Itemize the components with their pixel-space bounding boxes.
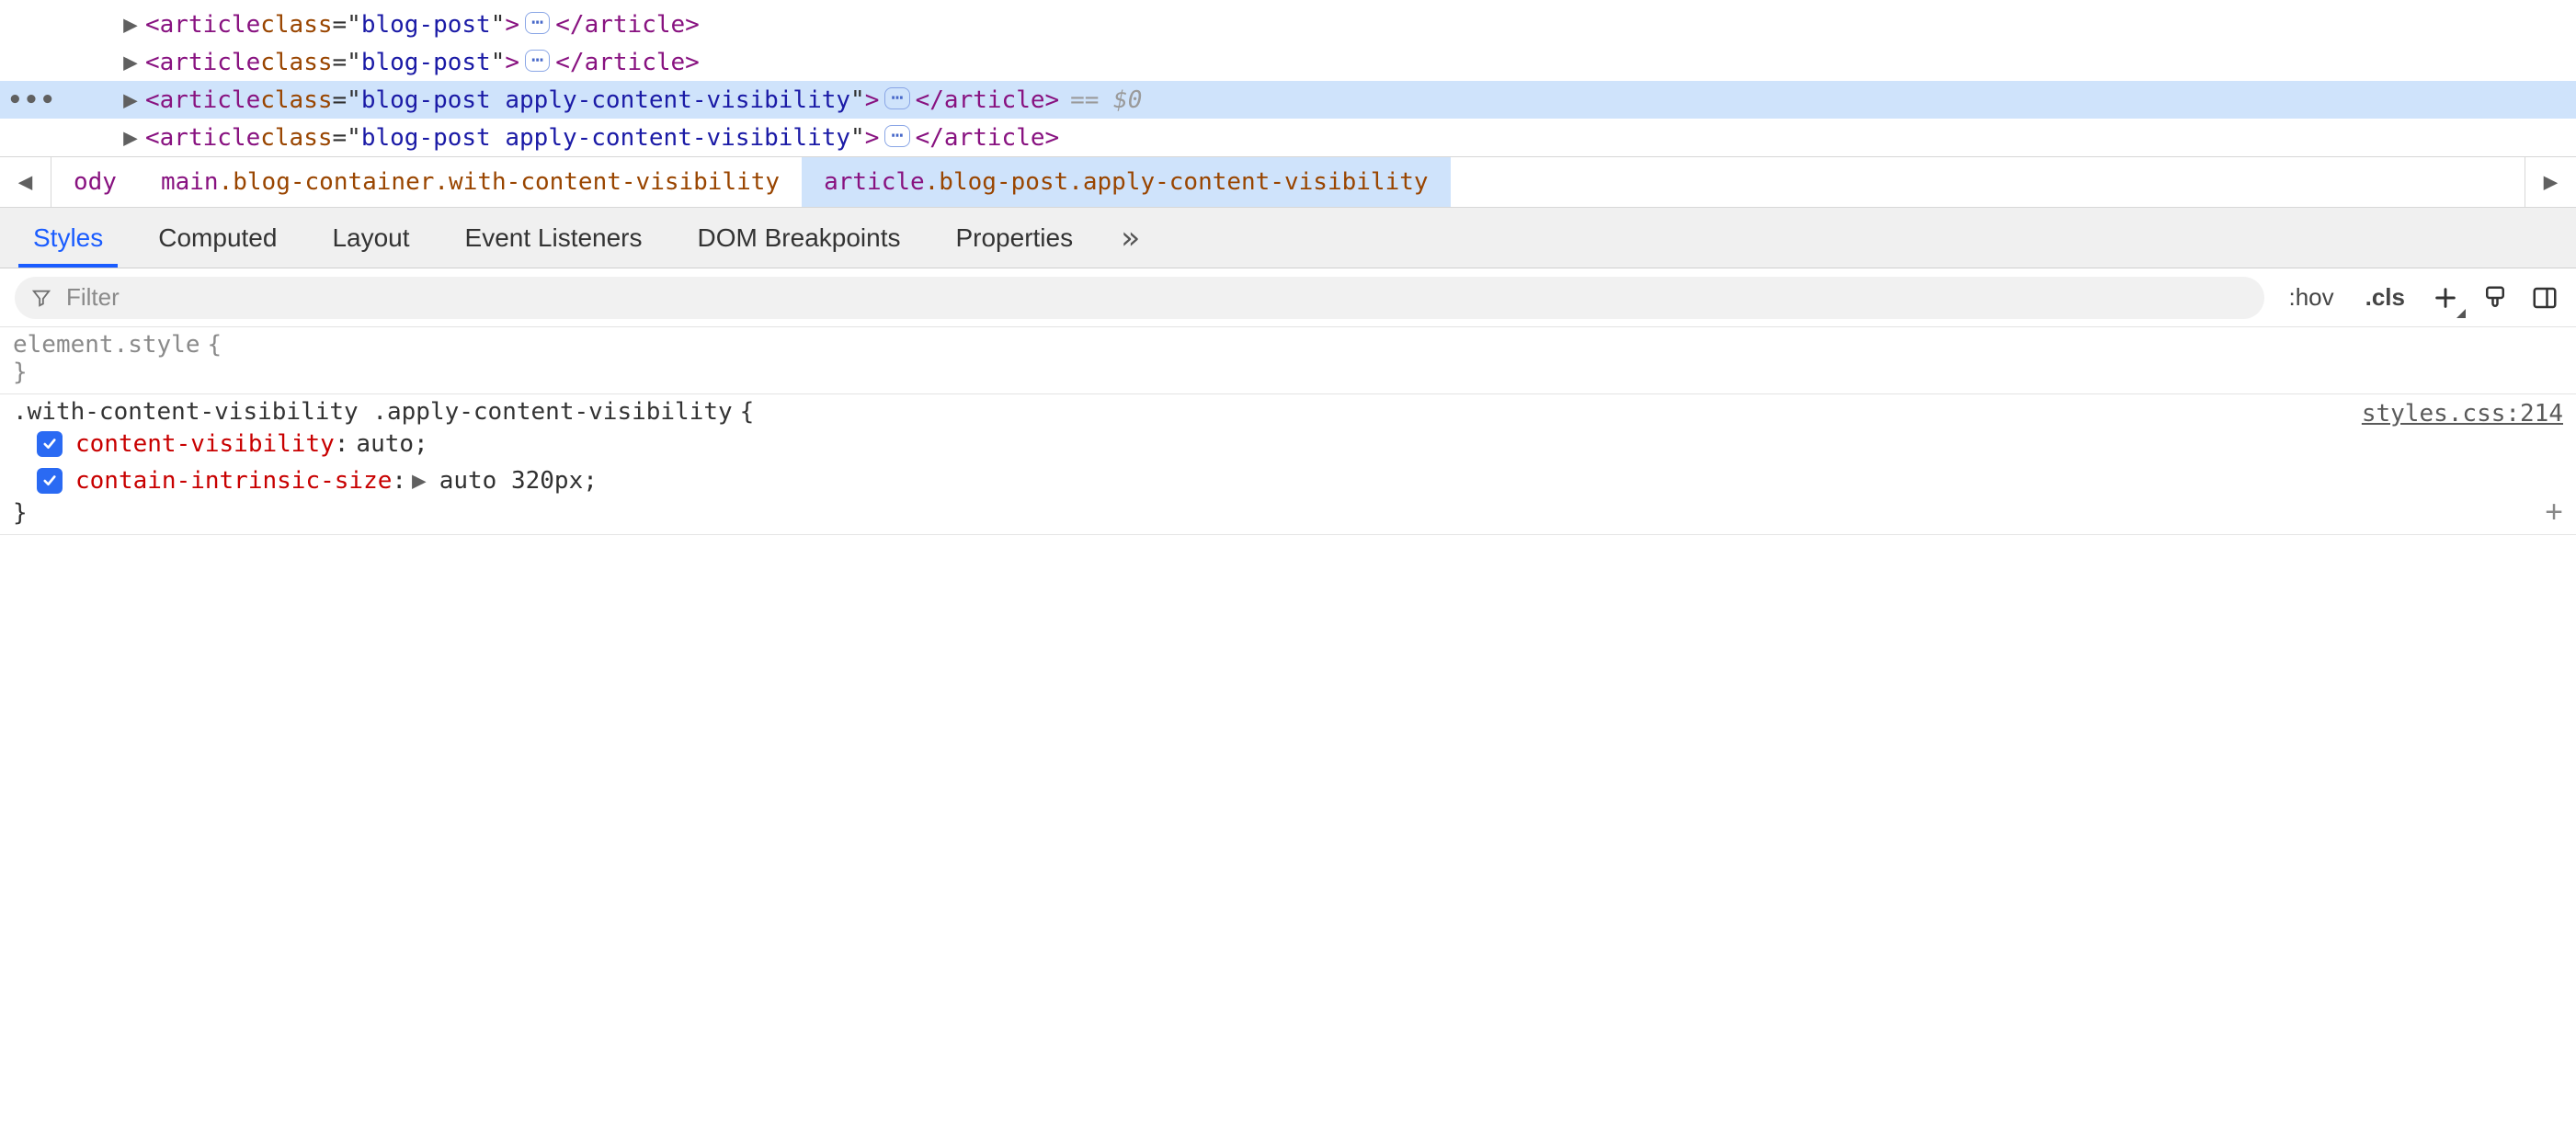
expand-children-icon[interactable]: ⋯ <box>884 125 909 147</box>
expand-icon[interactable]: ▶ <box>120 49 142 76</box>
expand-icon[interactable]: ▶ <box>120 86 142 114</box>
dom-node[interactable]: •••▶<article class="blog-post apply-cont… <box>0 81 2576 119</box>
expand-shorthand-icon[interactable]: ▶ <box>412 467 427 495</box>
add-property-button[interactable]: + <box>2545 495 2563 530</box>
breadcrumb-item[interactable]: main.blog-container.with-content-visibil… <box>139 157 802 207</box>
tab-styles[interactable]: Styles <box>6 208 131 268</box>
expand-children-icon[interactable]: ⋯ <box>525 50 550 72</box>
property-toggle-checkbox[interactable] <box>37 468 63 494</box>
expand-children-icon[interactable]: ⋯ <box>525 12 550 34</box>
css-declaration[interactable]: content-visibility:auto; <box>13 426 2563 462</box>
styles-filter-input[interactable] <box>64 282 2248 313</box>
chevron-left-icon: ◀ <box>18 168 33 196</box>
styles-tab-bar: StylesComputedLayoutEvent ListenersDOM B… <box>0 208 2576 268</box>
panel-toggle-icon[interactable] <box>2528 281 2561 314</box>
tab-properties[interactable]: Properties <box>928 208 1100 268</box>
dom-node[interactable]: ▶<article class="blog-post ">⋯</article> <box>0 43 2576 81</box>
breadcrumb-scroll-left[interactable]: ◀ <box>0 157 51 207</box>
css-property-name[interactable]: content-visibility <box>75 430 335 458</box>
styles-filter-field[interactable] <box>15 277 2264 319</box>
tab-layout[interactable]: Layout <box>304 208 437 268</box>
toggle-hov-button[interactable]: :hov <box>2281 283 2341 312</box>
css-property-name[interactable]: contain-intrinsic-size <box>75 467 392 495</box>
tabs-overflow-icon[interactable]: » <box>1110 220 1150 257</box>
tab-event-listeners[interactable]: Event Listeners <box>438 208 670 268</box>
paintbrush-icon[interactable] <box>2479 281 2512 314</box>
breadcrumb-scroll-right[interactable]: ▶ <box>2525 157 2576 207</box>
dom-node[interactable]: ▶<article class="blog-post apply-content… <box>0 119 2576 156</box>
expand-icon[interactable]: ▶ <box>120 124 142 152</box>
tab-computed[interactable]: Computed <box>131 208 304 268</box>
dom-node[interactable]: ▶<article class="blog-post ">⋯</article> <box>0 6 2576 43</box>
css-property-value[interactable]: auto; <box>356 430 427 458</box>
property-toggle-checkbox[interactable] <box>37 431 63 457</box>
styles-pane[interactable]: element.style {} .with-content-visibility… <box>0 327 2576 1129</box>
toggle-cls-button[interactable]: .cls <box>2358 283 2412 312</box>
rule-selector[interactable]: element.style <box>13 331 200 359</box>
rule-selector[interactable]: .with-content-visibility .apply-content-… <box>13 398 733 426</box>
styles-toolbar: :hov .cls <box>0 268 2576 327</box>
css-declaration[interactable]: contain-intrinsic-size:▶auto 320px; <box>13 462 2563 499</box>
breadcrumb: ◀ odymain.blog-container.with-content-vi… <box>0 156 2576 208</box>
css-property-value[interactable]: auto 320px; <box>439 467 598 495</box>
chevron-right-icon: ▶ <box>2544 168 2559 196</box>
row-actions-icon[interactable]: ••• <box>0 86 64 114</box>
new-style-rule-button[interactable] <box>2429 281 2462 314</box>
filter-icon <box>31 288 51 308</box>
rule-source-link[interactable]: styles.css:214 <box>2362 400 2563 428</box>
breadcrumb-item[interactable]: ody <box>51 157 139 207</box>
breadcrumb-item[interactable]: article.blog-post.apply-content-visibili… <box>802 157 1450 207</box>
tab-dom-breakpoints[interactable]: DOM Breakpoints <box>670 208 929 268</box>
style-rule[interactable]: element.style {} <box>0 327 2576 394</box>
expand-children-icon[interactable]: ⋯ <box>884 87 909 109</box>
console-reference: == $0 <box>1070 86 1142 114</box>
expand-icon[interactable]: ▶ <box>120 11 142 39</box>
style-rule[interactable]: .with-content-visibility .apply-content-… <box>0 394 2576 535</box>
elements-tree[interactable]: ▶<article class="blog-post ">⋯</article>… <box>0 0 2576 156</box>
